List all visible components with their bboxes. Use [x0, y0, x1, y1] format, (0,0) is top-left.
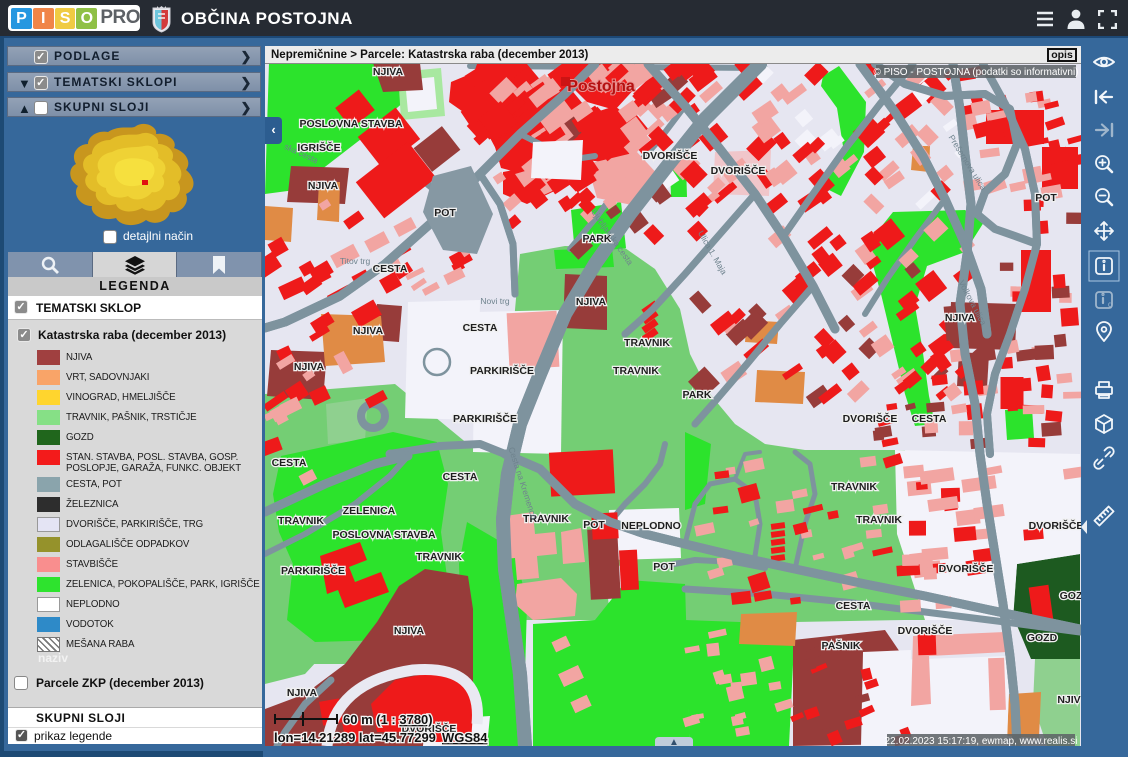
- svg-text:TRAVNIK: TRAVNIK: [624, 337, 670, 349]
- svg-text:GOZD: GOZD: [1027, 632, 1058, 644]
- svg-text:PARKIRIŠČE: PARKIRIŠČE: [470, 364, 534, 377]
- svg-text:CESTA: CESTA: [463, 322, 498, 334]
- svg-text:PAŠNIK: PAŠNIK: [822, 639, 861, 652]
- svg-text:NJIVA: NJIVA: [394, 625, 425, 637]
- svg-text:60 m (1 : 3780): 60 m (1 : 3780): [343, 712, 433, 727]
- svg-text:TRAVNIK: TRAVNIK: [613, 365, 659, 377]
- svg-text:TRAVNIK: TRAVNIK: [856, 514, 902, 526]
- svg-text:NJIVA: NJIVA: [576, 296, 607, 308]
- svg-text:TRAVNIK: TRAVNIK: [278, 515, 324, 527]
- svg-text:CESTA: CESTA: [443, 471, 478, 483]
- svg-text:DVORIŠČE: DVORIŠČE: [711, 164, 766, 177]
- svg-text:DVORIŠČE: DVORIŠČE: [939, 562, 994, 575]
- svg-text:PARK: PARK: [683, 389, 712, 401]
- svg-text:PARKIRIŠČE: PARKIRIŠČE: [453, 412, 517, 425]
- svg-text:NJIVA: NJIVA: [287, 687, 318, 699]
- svg-text:lon=14.21289 lat=45.77299: lon=14.21289 lat=45.77299: [274, 730, 436, 745]
- svg-text:POT: POT: [434, 207, 456, 219]
- svg-text:NJIVA: NJIVA: [294, 361, 325, 373]
- svg-text:22.02.2023 15:17:19, ewmap, ww: 22.02.2023 15:17:19, ewmap, www.realis.s…: [885, 736, 1078, 746]
- svg-text:© PISO - POSTOJNA (podatki so: © PISO - POSTOJNA (podatki so informativ…: [873, 67, 1078, 78]
- svg-text:CESTA: CESTA: [836, 600, 871, 612]
- svg-text:NEPLODNO: NEPLODNO: [621, 520, 681, 532]
- svg-text:NJIVA: NJIVA: [945, 312, 976, 324]
- svg-text:WGS84: WGS84: [442, 730, 488, 745]
- svg-text:CESTA: CESTA: [373, 263, 408, 275]
- svg-text:PARKIRIŠČE: PARKIRIŠČE: [281, 564, 345, 577]
- svg-text:DVORIŠČE: DVORIŠČE: [898, 624, 953, 637]
- svg-text:DVORIŠČE: DVORIŠČE: [643, 149, 698, 162]
- svg-text:DVORIŠČE: DVORIŠČE: [1029, 519, 1081, 532]
- svg-text:NJIVA: NJIVA: [308, 180, 339, 192]
- svg-text:CESTA: CESTA: [272, 457, 307, 469]
- svg-text:POT: POT: [1035, 192, 1057, 204]
- svg-text:Novi trg: Novi trg: [480, 296, 510, 306]
- svg-text:▲: ▲: [669, 737, 679, 746]
- svg-text:ZELENICA: ZELENICA: [343, 505, 396, 517]
- svg-text:TRAVNIK: TRAVNIK: [416, 551, 462, 563]
- svg-text:GOZ: GOZ: [1060, 590, 1081, 602]
- svg-text:NJIV: NJIV: [1057, 694, 1080, 706]
- svg-text:DVORIŠČE: DVORIŠČE: [843, 412, 898, 425]
- svg-text:NJIVA: NJIVA: [373, 66, 404, 78]
- svg-text:POSLOVNA STAVBA: POSLOVNA STAVBA: [299, 118, 402, 130]
- svg-text:POT: POT: [583, 519, 605, 531]
- svg-text:Titov trg: Titov trg: [340, 256, 371, 266]
- svg-text:CESTA: CESTA: [912, 413, 947, 425]
- svg-text:Postojna: Postojna: [567, 78, 635, 95]
- svg-text:POT: POT: [653, 561, 675, 573]
- svg-text:TRAVNIK: TRAVNIK: [831, 481, 877, 493]
- svg-text:NJIVA: NJIVA: [353, 325, 384, 337]
- svg-text:POSLOVNA STAVBA: POSLOVNA STAVBA: [332, 529, 435, 541]
